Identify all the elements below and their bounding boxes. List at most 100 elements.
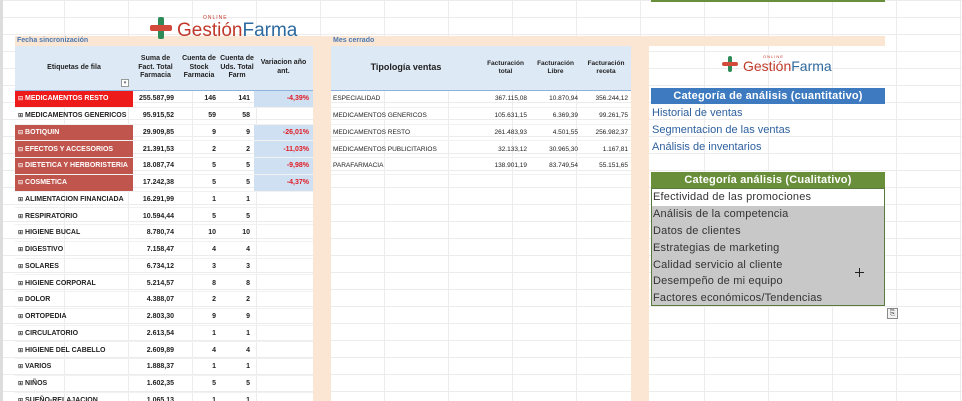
expand-toggle-icon[interactable]: ⊟ xyxy=(18,95,23,102)
table-row[interactable]: ⊟ MEDICAMENTOS RESTO 255.587,99 146 141 -4,39… xyxy=(15,91,313,108)
qual-item-economic-factors[interactable]: Factores económicos/Tendencias xyxy=(652,290,884,307)
cell-billing-prescription[interactable]: 99.261,75 xyxy=(581,108,631,124)
expand-toggle-icon[interactable]: ⊞ xyxy=(18,363,23,370)
cell-total[interactable]: 95.915,52 xyxy=(133,108,178,124)
expand-toggle-icon[interactable]: ⊞ xyxy=(18,330,23,337)
cell-total[interactable]: 255.587,99 xyxy=(133,91,178,107)
cell-stock[interactable]: 10 xyxy=(178,225,220,241)
cell-units[interactable]: 5 xyxy=(220,208,254,224)
cell-variation[interactable] xyxy=(254,108,313,124)
cell-stock[interactable]: 3 xyxy=(178,259,220,275)
cell-total[interactable]: 8.780,74 xyxy=(133,225,178,241)
cell-variation[interactable]: -11,03% xyxy=(254,141,313,157)
col-billing-free[interactable]: Facturación Libre xyxy=(530,46,581,90)
cell-stock[interactable]: 4 xyxy=(178,342,220,358)
qual-item-promotions[interactable]: Efectividad de las promociones xyxy=(652,189,884,206)
table-row[interactable]: ⊟ DIETETICA Y HERBORISTERIA 18.087,74 5 5 -9,… xyxy=(15,158,313,175)
expand-toggle-icon[interactable]: ⊞ xyxy=(18,263,23,270)
row-label[interactable]: ⊞ HIGIENE BUCAL xyxy=(15,225,133,241)
cell-typology[interactable]: PARAFARMACIA xyxy=(331,158,481,174)
cell-billing-prescription[interactable]: 256.982,37 xyxy=(581,125,631,141)
cell-typology[interactable]: MEDICAMENTOS RESTO xyxy=(331,125,481,141)
cell-billing-total[interactable]: 261.483,93 xyxy=(481,125,530,141)
link-sales-segmentation[interactable]: Segmentacion de las ventas xyxy=(652,124,790,136)
expand-toggle-icon[interactable]: ⊞ xyxy=(18,229,23,236)
cell-stock[interactable]: 2 xyxy=(178,141,220,157)
row-label[interactable]: ⊟ MEDICAMENTOS RESTO xyxy=(15,91,133,107)
row-label[interactable]: ⊞ ALIMENTACION FINANCIADA xyxy=(15,192,133,208)
expand-toggle-icon[interactable]: ⊞ xyxy=(18,380,23,387)
expand-toggle-icon[interactable]: ⊞ xyxy=(18,313,23,320)
paste-options-icon[interactable]: ⎘ xyxy=(887,308,898,319)
cell-units[interactable]: 2 xyxy=(220,292,254,308)
cell-total[interactable]: 2.803,30 xyxy=(133,309,178,325)
row-label[interactable]: ⊞ ORTOPEDIA xyxy=(15,309,133,325)
cell-stock[interactable]: 1 xyxy=(178,393,220,401)
cell-units[interactable]: 5 xyxy=(220,158,254,174)
table-row[interactable]: MEDICAMENTOS GENERICOS 105.631,15 6.369,39… xyxy=(331,108,631,125)
cell-units[interactable]: 1 xyxy=(220,359,254,375)
table-row[interactable]: ⊟ EFECTOS Y ACCESORIOS 21.391,53 2 2 -11,03% xyxy=(15,141,313,158)
cell-variation[interactable]: -26,01% xyxy=(254,124,313,141)
table-row[interactable]: ⊞ SOLARES 6.734,12 3 3 xyxy=(15,259,313,276)
cell-variation[interactable] xyxy=(254,359,313,375)
cell-stock[interactable]: 1 xyxy=(178,326,220,342)
expand-toggle-icon[interactable]: ⊟ xyxy=(18,162,23,169)
link-sales-history[interactable]: Historial de ventas xyxy=(652,107,743,119)
cell-units[interactable]: 1 xyxy=(220,393,254,401)
cell-variation[interactable]: -4,39% xyxy=(254,91,313,107)
table-row[interactable]: ⊞ RESPIRATORIO 10.594,44 5 5 xyxy=(15,208,313,225)
cell-units[interactable]: 4 xyxy=(220,342,254,358)
cell-variation[interactable] xyxy=(254,342,313,358)
cell-stock[interactable]: 2 xyxy=(178,292,220,308)
expand-toggle-icon[interactable]: ⊞ xyxy=(18,112,23,119)
cell-billing-free[interactable]: 10.870,94 xyxy=(530,91,581,107)
qual-item-competition[interactable]: Análisis de la competencia xyxy=(652,206,884,223)
expand-toggle-icon[interactable]: ⊞ xyxy=(18,347,23,354)
cell-units[interactable]: 8 xyxy=(220,275,254,291)
cell-total[interactable]: 17.242,38 xyxy=(133,175,178,191)
col-billing-prescription[interactable]: Facturación receta xyxy=(581,46,631,90)
cell-total[interactable]: 1.602,35 xyxy=(133,376,178,392)
cell-total[interactable]: 29.909,85 xyxy=(133,125,178,141)
expand-toggle-icon[interactable]: ⊞ xyxy=(18,246,23,253)
row-label[interactable]: ⊞ VARIOS xyxy=(15,359,133,375)
table-row[interactable]: MEDICAMENTOS PUBLICITARIOS 32.133,12 30.96… xyxy=(331,141,631,158)
cell-stock[interactable]: 146 xyxy=(178,91,220,107)
col-stock-count[interactable]: Cuenta de Stock Farmacia xyxy=(178,46,220,90)
table-row[interactable]: MEDICAMENTOS RESTO 261.483,93 4.501,55 256.… xyxy=(331,125,631,142)
cell-stock[interactable]: 59 xyxy=(178,108,220,124)
row-label[interactable]: ⊞ HIGIENE CORPORAL xyxy=(15,275,133,291)
expand-toggle-icon[interactable]: ⊞ xyxy=(18,280,23,287)
qual-item-marketing[interactable]: Estrategias de marketing xyxy=(652,239,884,256)
table-row[interactable]: ⊞ DOLOR 4.388,07 2 2 xyxy=(15,292,313,309)
row-label[interactable]: ⊟ DIETETICA Y HERBORISTERIA xyxy=(15,158,133,174)
table-row[interactable]: ⊞ VARIOS 1.888,37 1 1 xyxy=(15,359,313,376)
qual-item-team-performance[interactable]: Desempeño de mi equipo xyxy=(652,273,884,290)
cell-stock[interactable]: 9 xyxy=(178,309,220,325)
cell-variation[interactable] xyxy=(254,208,313,224)
cell-billing-free[interactable]: 6.369,39 xyxy=(530,108,581,124)
cell-typology[interactable]: MEDICAMENTOS PUBLICITARIOS xyxy=(331,141,481,157)
cell-variation[interactable] xyxy=(254,242,313,258)
row-label[interactable]: ⊞ SUEÑO-RELAJACION xyxy=(15,393,133,401)
table-row[interactable]: PARAFARMACIA 138.901,19 83.749,54 55.151,65 xyxy=(331,158,631,175)
cell-typology[interactable]: ESPECIALIDAD xyxy=(331,91,481,107)
cell-total[interactable]: 18.087,74 xyxy=(133,158,178,174)
row-label[interactable]: ⊟ BOTIQUIN xyxy=(15,124,133,141)
cell-variation[interactable] xyxy=(254,326,313,342)
cell-total[interactable]: 10.594,44 xyxy=(133,208,178,224)
cell-variation[interactable] xyxy=(254,225,313,241)
cell-stock[interactable]: 9 xyxy=(178,125,220,141)
cell-billing-prescription[interactable]: 55.151,65 xyxy=(581,158,631,174)
cell-total[interactable]: 2.613,54 xyxy=(133,326,178,342)
cell-total[interactable]: 4.388,07 xyxy=(133,292,178,308)
expand-toggle-icon[interactable]: ⊞ xyxy=(18,397,23,401)
cell-total[interactable]: 7.158,47 xyxy=(133,242,178,258)
cell-total[interactable]: 5.214,57 xyxy=(133,275,178,291)
cell-typology[interactable]: MEDICAMENTOS GENERICOS xyxy=(331,108,481,124)
table-row[interactable]: ⊞ NIÑOS 1.602,35 5 5 xyxy=(15,376,313,393)
col-total-billing[interactable]: Suma de Fact. Total Farmacia xyxy=(133,46,178,90)
row-label[interactable]: ⊞ NIÑOS xyxy=(15,376,133,392)
cell-variation[interactable] xyxy=(254,292,313,308)
